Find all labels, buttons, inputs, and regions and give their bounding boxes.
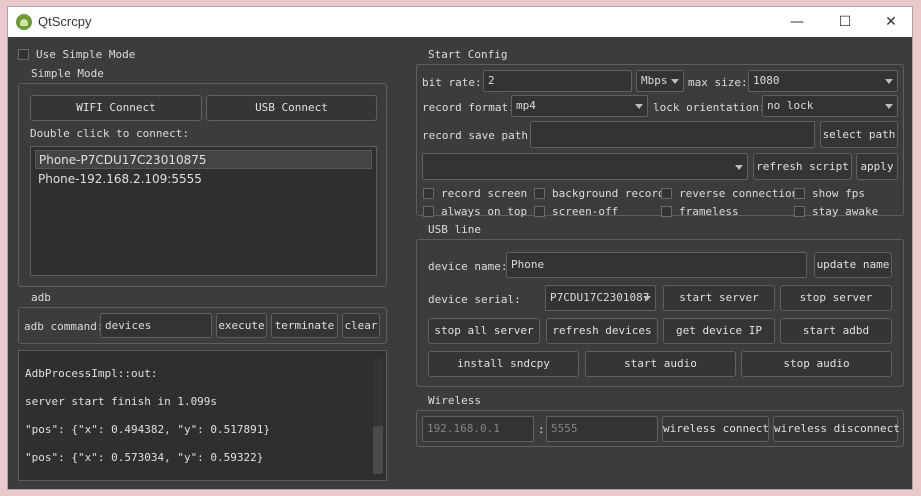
record-save-path-input[interactable] <box>530 121 815 148</box>
always-on-top-label: always on top <box>441 205 528 218</box>
terminate-button[interactable]: terminate <box>271 313 338 338</box>
show-fps-checkbox[interactable] <box>794 188 805 199</box>
stay-awake-checkbox[interactable] <box>794 206 805 217</box>
reverse-connection-checkbox[interactable] <box>661 188 672 199</box>
background-record-label: background record <box>552 187 665 200</box>
wireless-port-input[interactable]: 5555 <box>546 416 658 442</box>
record-screen-checkbox[interactable] <box>423 188 434 199</box>
stop-audio-button[interactable]: stop audio <box>741 351 892 377</box>
stay-awake-label: stay awake <box>812 205 879 218</box>
max-size-value: 1080 <box>753 74 780 87</box>
start-config-group: bit rate: 2 Mbps max size: 1080 record f… <box>416 64 904 218</box>
apply-button[interactable]: apply <box>856 153 898 180</box>
script-select[interactable] <box>422 153 748 180</box>
show-fps-label: show fps <box>812 187 865 200</box>
lock-orientation-select[interactable]: no lock <box>762 95 898 117</box>
max-size-label: max size: <box>688 76 748 89</box>
log-scrollbar[interactable] <box>373 357 383 474</box>
log-line: "pos": {"x": 0.573034, "y": 0.59322} <box>25 451 264 464</box>
start-adbd-button[interactable]: start adbd <box>780 318 892 344</box>
get-device-ip-button[interactable]: get device IP <box>663 318 775 344</box>
wireless-connect-button[interactable]: wireless connect <box>662 416 769 442</box>
stop-all-server-button[interactable]: stop all server <box>428 318 540 344</box>
chevron-down-icon <box>635 104 643 109</box>
device-name-input[interactable]: Phone <box>506 252 807 278</box>
install-sndcpy-button[interactable]: install sndcpy <box>428 351 579 377</box>
record-format-select[interactable]: mp4 <box>511 95 648 117</box>
chevron-down-icon <box>643 296 651 301</box>
close-icon[interactable]: ✕ <box>868 7 914 37</box>
wireless-ip-input[interactable]: 192.168.0.1 <box>422 416 534 442</box>
chevron-down-icon <box>735 164 743 170</box>
start-server-button[interactable]: start server <box>663 285 775 311</box>
device-name-label: device name: <box>428 260 508 273</box>
lock-orientation-label: lock orientation: <box>653 101 766 114</box>
frameless-checkbox[interactable] <box>661 206 672 217</box>
wifi-connect-button[interactable]: WIFI Connect <box>30 95 202 121</box>
record-save-path-label: record save path: <box>422 129 535 142</box>
ip-port-separator: : <box>538 423 545 436</box>
use-simple-mode-checkbox[interactable] <box>18 49 29 60</box>
app-window: QtScrcpy — ☐ ✕ Use Simple Mode Simple Mo… <box>7 6 913 490</box>
record-format-value: mp4 <box>516 99 536 112</box>
bit-rate-unit-value: Mbps <box>641 74 668 87</box>
start-config-title: Start Config <box>428 48 508 61</box>
chevron-down-icon <box>885 104 893 109</box>
log-output[interactable]: AdbProcessImpl::out: server start finish… <box>18 350 387 481</box>
refresh-devices-button[interactable]: refresh devices <box>546 318 658 344</box>
simple-mode-group: WIFI Connect USB Connect Double click to… <box>18 83 387 287</box>
screen-off-label: screen-off <box>552 205 619 218</box>
adb-command-label: adb command: <box>24 320 104 333</box>
record-format-label: record format: <box>422 101 515 114</box>
bit-rate-unit-select[interactable]: Mbps <box>636 70 684 92</box>
usb-line-group: device name: Phone update name device se… <box>416 239 904 387</box>
log-line: "pos": {"x": 0.494382, "y": 0.517891} <box>25 423 271 436</box>
android-icon <box>16 14 32 30</box>
log-line: server start finish in 1.099s <box>25 395 218 408</box>
double-click-label: Double click to connect: <box>30 127 189 140</box>
log-line: AdbProcessImpl::out: <box>25 367 158 380</box>
background-record-checkbox[interactable] <box>534 188 545 199</box>
wireless-title: Wireless <box>428 394 481 407</box>
device-serial-select[interactable]: P7CDU17C2301087 <box>545 285 656 311</box>
minimize-icon[interactable]: — <box>774 7 820 37</box>
device-serial-label: device serial: <box>428 293 521 306</box>
device-list-item[interactable]: Phone-192.168.2.109:5555 <box>35 170 372 189</box>
title-bar: QtScrcpy — ☐ ✕ <box>8 7 912 37</box>
bit-rate-input[interactable]: 2 <box>483 70 632 92</box>
wireless-group: 192.168.0.1 : 5555 wireless connect wire… <box>416 410 904 447</box>
screen-off-checkbox[interactable] <box>534 206 545 217</box>
start-audio-button[interactable]: start audio <box>585 351 736 377</box>
lock-orientation-value: no lock <box>767 99 814 112</box>
reverse-connection-label: reverse connection <box>679 187 799 200</box>
log-scrollbar-thumb[interactable] <box>373 426 383 474</box>
maximize-icon[interactable]: ☐ <box>822 7 868 37</box>
device-serial-value: P7CDU17C2301087 <box>550 291 650 304</box>
clear-button[interactable]: clear <box>342 313 380 338</box>
frameless-label: frameless <box>679 205 739 218</box>
wireless-disconnect-button[interactable]: wireless disconnect <box>773 416 900 442</box>
device-list-item[interactable]: Phone-P7CDU17C23010875 <box>35 150 372 169</box>
usb-connect-button[interactable]: USB Connect <box>206 95 377 121</box>
device-list[interactable]: Phone-P7CDU17C23010875 Phone-192.168.2.1… <box>30 146 377 276</box>
record-screen-label: record screen <box>441 187 528 200</box>
adb-group: adb command: devices execute terminate c… <box>18 307 387 344</box>
simple-mode-title: Simple Mode <box>31 67 104 80</box>
window-title: QtScrcpy <box>38 14 92 29</box>
stop-server-button[interactable]: stop server <box>780 285 892 311</box>
chevron-down-icon <box>885 79 893 84</box>
chevron-down-icon <box>671 79 679 84</box>
bit-rate-label: bit rate: <box>422 76 482 89</box>
update-name-button[interactable]: update name <box>814 252 892 278</box>
max-size-select[interactable]: 1080 <box>748 70 898 92</box>
adb-command-input[interactable]: devices <box>100 313 212 338</box>
execute-button[interactable]: execute <box>216 313 267 338</box>
adb-title: adb <box>31 291 51 304</box>
refresh-script-button[interactable]: refresh script <box>753 153 852 180</box>
use-simple-mode-label: Use Simple Mode <box>36 48 136 61</box>
always-on-top-checkbox[interactable] <box>423 206 434 217</box>
usb-line-title: USB line <box>428 223 481 236</box>
select-path-button[interactable]: select path <box>820 121 898 148</box>
